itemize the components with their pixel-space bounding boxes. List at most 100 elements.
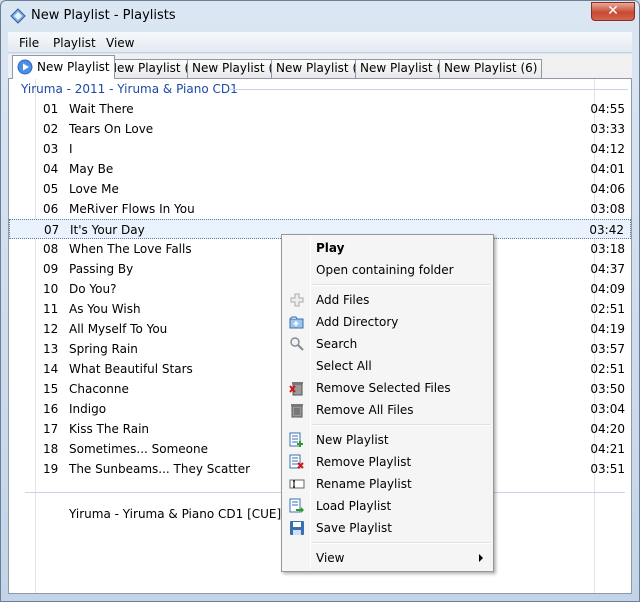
menu-item-label: Save Playlist [316, 521, 392, 535]
track-number: 18 [43, 442, 59, 456]
menu-item-label: Remove Selected Files [316, 381, 451, 395]
track-duration: 03:08 [590, 202, 625, 216]
playlist-file-name[interactable]: Yiruma - Yiruma & Piano CD1 [CUE].cue [69, 507, 307, 521]
track-row[interactable]: 04 May Be 04:01 [9, 159, 631, 179]
group-header: Yiruma - 2011 - Yiruma & Piano CD1 [21, 82, 238, 96]
menu-item-label: Load Playlist [316, 499, 392, 513]
close-button[interactable]: ✕ [591, 2, 635, 21]
track-row[interactable]: 02 Tears On Love 03:33 [9, 119, 631, 139]
menu-item-label: Search [316, 337, 358, 351]
track-number: 06 [43, 202, 59, 216]
track-title: Kiss The Rain [69, 422, 150, 436]
tab-label: New Playlist [37, 60, 110, 74]
menu-item-play[interactable]: Play [284, 237, 491, 259]
track-row[interactable]: 06 MeRiver Flows In You 03:08 [9, 199, 631, 219]
track-title: The Sunbeams... They Scatter [69, 462, 251, 476]
track-duration: 03:04 [590, 402, 625, 416]
track-number: 04 [43, 162, 59, 176]
track-title: Passing By [69, 262, 134, 276]
track-title: All Myself To You [69, 322, 168, 336]
track-title: Sometimes... Someone [69, 442, 209, 456]
menu-item-label: Add Files [316, 293, 370, 307]
track-duration: 03:33 [590, 122, 625, 136]
submenu-arrow-icon [479, 554, 483, 562]
context-menu: Play Open containing folder Add Files Add D… [281, 234, 494, 572]
context-menu-separator [312, 284, 490, 286]
context-menu-separator [312, 424, 490, 426]
menu-item-label: Rename Playlist [316, 477, 412, 491]
menu-item-search[interactable]: Search [284, 333, 491, 355]
track-duration: 03:57 [590, 342, 625, 356]
track-duration: 04:12 [590, 142, 625, 156]
track-number: 14 [43, 362, 59, 376]
track-duration: 04:01 [590, 162, 625, 176]
menu-item-remove-all-files[interactable]: Remove All Files [284, 399, 491, 421]
window-title: New Playlist - Playlists [31, 8, 176, 23]
tab-new-playlist[interactable]: New Playlist [12, 55, 115, 79]
track-number: 12 [43, 322, 59, 336]
track-number: 01 [43, 102, 59, 116]
track-title: Indigo [69, 402, 107, 416]
tab-new-playlist-6[interactable]: New Playlist (6) [439, 59, 543, 78]
track-duration: 03:50 [590, 382, 625, 396]
menu-item-save-playlist[interactable]: Save Playlist [284, 517, 491, 539]
menu-item-load-playlist[interactable]: Load Playlist [284, 495, 491, 517]
track-number: 19 [43, 462, 59, 476]
track-title: Wait There [69, 102, 134, 116]
menu-item-add-files[interactable]: Add Files [284, 289, 491, 311]
track-duration: 04:19 [590, 322, 625, 336]
trash-icon [291, 404, 303, 418]
track-number: 17 [43, 422, 59, 436]
menu-file[interactable]: File [19, 36, 39, 50]
track-title: Spring Rain [69, 342, 138, 356]
track-duration: 02:51 [590, 302, 625, 316]
track-row[interactable]: 01 Wait There 04:55 [9, 99, 631, 119]
plus-icon [290, 293, 304, 307]
menu-item-open-containing-folder[interactable]: Open containing folder [284, 259, 491, 281]
track-duration: 04:06 [590, 182, 625, 196]
menu-item-label: View [316, 551, 345, 565]
track-title: It's Your Day [70, 223, 145, 237]
track-duration: 03:42 [589, 223, 624, 237]
group-divider [230, 89, 628, 90]
title-bar[interactable]: New Playlist - Playlists ✕ [1, 1, 639, 31]
track-title: When The Love Falls [69, 242, 192, 256]
menu-item-new-playlist[interactable]: New Playlist [284, 429, 491, 451]
save-icon [290, 521, 304, 535]
track-number: 10 [43, 282, 59, 296]
track-row[interactable]: 03 I 04:12 [9, 139, 631, 159]
menu-item-label: New Playlist [316, 433, 389, 447]
menu-view[interactable]: View [106, 36, 134, 50]
add-folder-icon [289, 316, 304, 329]
track-duration: 02:51 [590, 362, 625, 376]
track-duration: 04:55 [590, 102, 625, 116]
track-number: 02 [43, 122, 59, 136]
menu-item-rename-playlist[interactable]: Rename Playlist [284, 473, 491, 495]
menu-item-label: Add Directory [316, 315, 399, 329]
track-title: Do You? [69, 282, 117, 296]
app-diamond-icon [10, 8, 26, 24]
track-number: 05 [43, 182, 59, 196]
rename-icon [289, 479, 305, 489]
menu-item-view[interactable]: View [284, 547, 491, 569]
menu-item-select-all[interactable]: Select All [284, 355, 491, 377]
track-number: 11 [43, 302, 59, 316]
track-duration: 03:18 [590, 242, 625, 256]
track-duration: 04:09 [590, 282, 625, 296]
menu-item-add-directory[interactable]: Add Directory [284, 311, 491, 333]
track-title: Chaconne [69, 382, 129, 396]
track-row[interactable]: 05 Love Me 04:06 [9, 179, 631, 199]
track-number: 16 [43, 402, 59, 416]
track-title: I [69, 142, 73, 156]
playlist-tabs: New Playlist New Playlist (2) New Playli… [8, 54, 632, 79]
track-number: 15 [43, 382, 59, 396]
menu-item-remove-playlist[interactable]: Remove Playlist [284, 451, 491, 473]
magnifier-icon [290, 337, 304, 351]
track-title: Love Me [69, 182, 119, 196]
menu-bar: File Playlist View [8, 32, 632, 53]
menu-item-remove-selected-files[interactable]: Remove Selected Files [284, 377, 491, 399]
menu-playlist[interactable]: Playlist [53, 36, 96, 50]
menu-item-label: Remove Playlist [316, 455, 412, 469]
track-duration: 04:20 [590, 422, 625, 436]
track-number: 13 [43, 342, 59, 356]
